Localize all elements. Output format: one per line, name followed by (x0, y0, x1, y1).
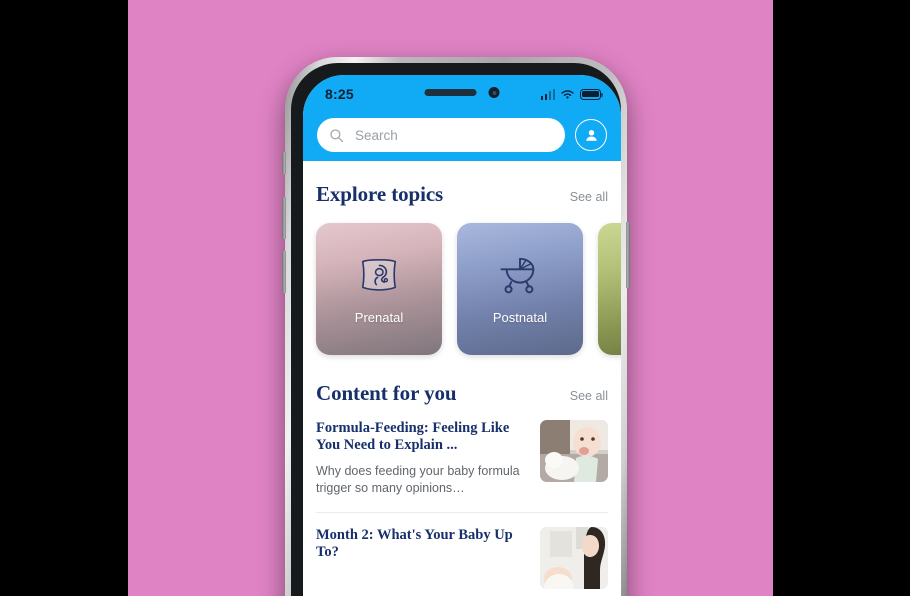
battery-icon (580, 88, 604, 100)
smiling-baby-photo (540, 420, 608, 482)
volume-down-button[interactable] (282, 251, 286, 293)
topic-label: Prenatal (354, 309, 404, 325)
article-thumbnail (540, 420, 608, 482)
person-avatar-icon (585, 129, 597, 141)
phone-device-frame: 8:25 Search Explore topics See all Prena… (282, 57, 630, 596)
cellular-bars-icon (540, 88, 555, 100)
power-button[interactable] (626, 222, 630, 288)
see-all-content-link[interactable]: See all (570, 389, 608, 403)
app-content: Explore topics See all Prenatal Postnata… (303, 161, 621, 596)
section-title: Content for you (316, 381, 457, 405)
search-box[interactable] (317, 118, 565, 152)
phone-bezel: 8:25 Search Explore topics See all Prena… (291, 63, 621, 596)
topic-card-prenatal[interactable]: Prenatal (316, 223, 442, 355)
earpiece-speaker-icon (424, 89, 477, 96)
search-icon (330, 128, 344, 142)
app-header: 8:25 (303, 75, 621, 161)
status-icon-group (540, 88, 604, 100)
see-all-topics-link[interactable]: See all (570, 190, 608, 204)
article-title: Formula-Feeding: Feeling Like You Need t… (316, 420, 510, 454)
status-bar: 8:25 (303, 75, 621, 113)
topics-carousel[interactable]: Prenatal Postnatal (303, 207, 621, 355)
article-text: Formula-Feeding: Feeling Like You Need t… (316, 420, 528, 496)
status-clock: 8:25 (325, 86, 354, 102)
volume-up-button[interactable] (282, 197, 286, 239)
wifi-icon (561, 89, 574, 99)
list-item[interactable]: Month 2: What's Your Baby Up To? (316, 513, 608, 596)
topic-card-third[interactable] (598, 223, 621, 355)
list-item[interactable]: Formula-Feeding: Feeling Like You Need t… (316, 406, 608, 514)
content-for-you-header: Content for you See all (303, 355, 621, 406)
stroller-icon (500, 257, 535, 293)
phone-screen: 8:25 Search Explore topics See all Prena… (303, 75, 621, 596)
article-text: Month 2: What's Your Baby Up To? (316, 527, 528, 570)
screenshot-stage: 8:25 Search Explore topics See all Prena… (0, 0, 910, 596)
page-title: Explore topics (316, 182, 444, 206)
front-camera-icon (488, 87, 500, 98)
mother-and-baby-photo (540, 527, 608, 590)
ultrasound-icon (361, 258, 397, 291)
article-list: Formula-Feeding: Feeling Like You Need t… (303, 406, 621, 596)
dynamic-island (424, 87, 500, 98)
topic-label: Postnatal (492, 309, 548, 325)
silent-switch-button[interactable] (282, 152, 286, 174)
article-description: Why does feeding your baby formula trigg… (316, 464, 520, 495)
search-row (303, 113, 621, 157)
article-thumbnail (540, 527, 608, 590)
search-input[interactable] (353, 126, 553, 144)
topic-card-postnatal[interactable]: Postnatal (457, 223, 583, 355)
article-title: Month 2: What's Your Baby Up To? (316, 527, 513, 561)
explore-topics-header: Explore topics See all (303, 161, 621, 207)
account-avatar-button[interactable] (575, 119, 607, 151)
